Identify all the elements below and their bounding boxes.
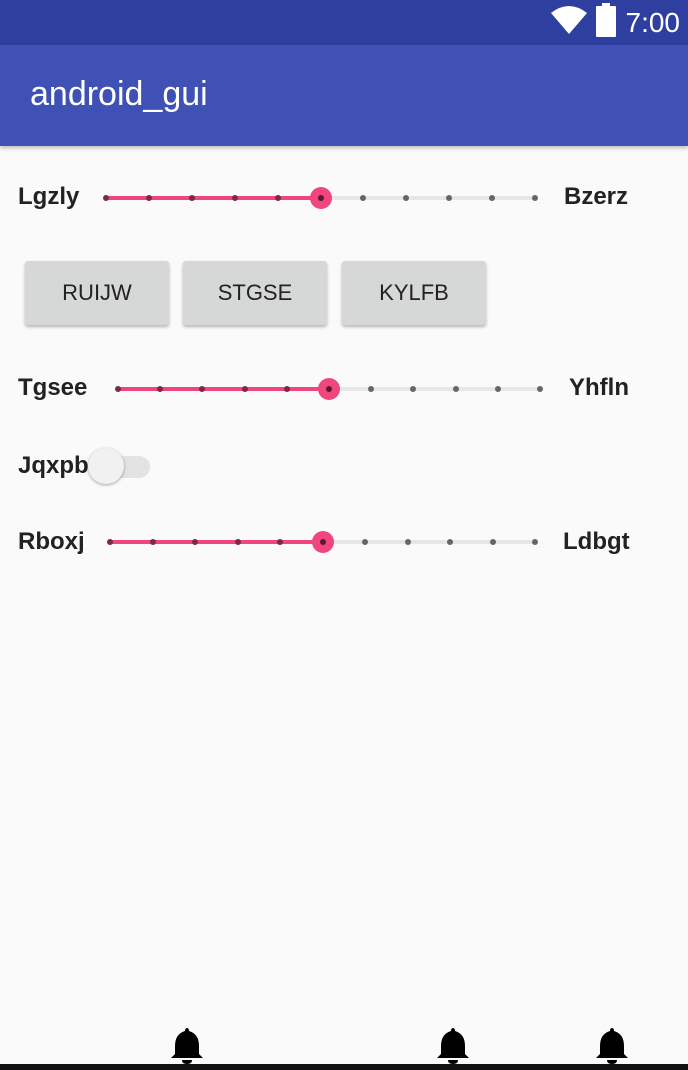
slider-2-left-label: Tgsee [18,374,88,401]
slider-tick [199,386,206,392]
bell-icon[interactable] [436,1026,470,1064]
jqxpb-switch[interactable] [88,446,152,486]
slider-tick [404,539,411,545]
bell-icon[interactable] [170,1026,204,1064]
slider-fill [110,540,323,544]
slider-3[interactable] [107,527,538,557]
app-title: android_gui [30,75,208,113]
slider-tick [283,386,290,392]
slider-thumb[interactable] [311,531,334,553]
slider-tick [532,195,538,201]
slider-tick [234,539,241,545]
screen: 7:00 android_gui Lgzly Bzerz RUIJW STGSE… [0,0,688,1070]
slider-tick [277,539,283,545]
slider-1-right-label: Bzerz [564,183,629,210]
slider-tick [452,386,459,392]
status-time: 7:00 [625,6,681,38]
slider-tick [103,195,109,201]
slider-tick [489,539,496,545]
slider-tick [494,386,501,392]
slider-tick [241,386,248,392]
slider-3-right-label: Ldbgt [563,528,630,555]
slider-thumb[interactable] [318,378,340,400]
slider-tick [489,195,496,201]
slider-tick [115,386,121,392]
slider-fill [118,387,329,391]
slider-thumb[interactable] [309,187,332,209]
slider-2[interactable] [115,374,543,404]
slider-tick [446,195,453,201]
bottom-edge [0,1064,688,1070]
slider-tick [231,195,238,201]
slider-tick [107,539,113,545]
slider-tick [368,386,375,392]
status-icons: 7:00 [550,0,681,45]
slider-2-right-label: Yhfln [569,374,629,401]
status-bar: 7:00 [0,0,688,45]
slider-fill [106,196,321,200]
switch-label: Jqxpb [18,452,89,479]
slider-tick [403,195,410,201]
slider-tick [532,539,538,545]
ruijw-button[interactable]: RUIJW [25,261,169,325]
slider-tick [188,195,195,201]
switch-thumb[interactable] [88,448,124,484]
slider-3-left-label: Rboxj [18,528,85,555]
slider-tick [192,539,198,545]
slider-tick [537,386,543,392]
slider-tick [362,539,368,545]
slider-tick [447,539,453,545]
wifi-icon [550,5,588,40]
slider-1-left-label: Lgzly [18,183,80,210]
slider-tick [360,195,367,201]
slider-tick [145,195,152,201]
slider-tick [149,539,156,545]
stgse-button[interactable]: STGSE [183,261,327,325]
app-bar: android_gui [0,45,688,146]
slider-tick [274,195,281,201]
slider-1[interactable] [103,183,538,213]
bell-icon[interactable] [595,1026,629,1064]
slider-tick [410,386,417,392]
slider-tick [157,386,164,392]
battery-icon [595,3,616,42]
kylfb-button[interactable]: KYLFB [342,261,486,325]
